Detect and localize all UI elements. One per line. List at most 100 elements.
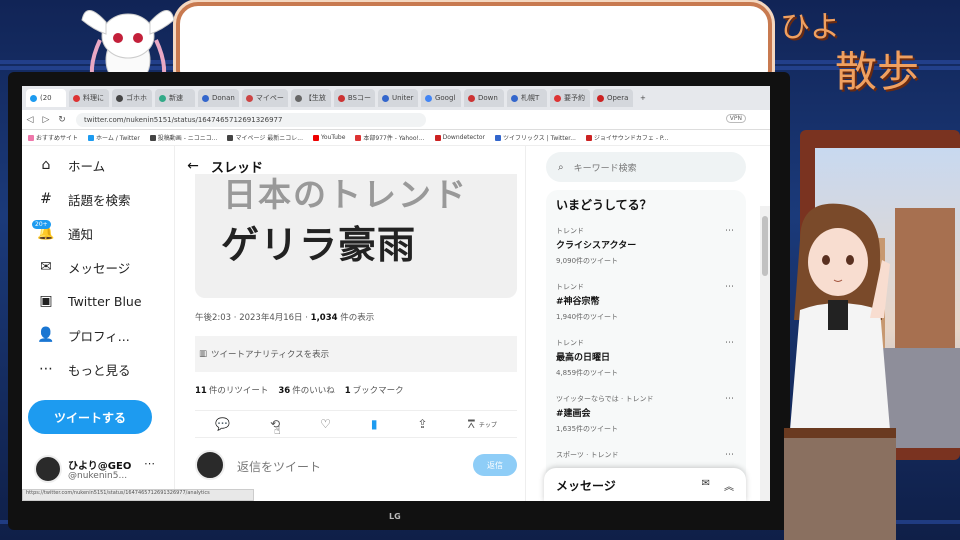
hash-icon: #	[40, 191, 52, 207]
sidebar-item-label: メッセージ	[68, 260, 131, 276]
account-more-icon[interactable]: ⋯	[144, 457, 155, 470]
retweet-count-link[interactable]: 11 件のリツイート	[195, 384, 268, 396]
scrollbar[interactable]	[760, 206, 770, 501]
browser-tab[interactable]: Googl	[420, 89, 461, 107]
tab-label: マイペー	[255, 94, 284, 102]
tab-favicon-icon	[596, 94, 604, 102]
bookmark-icon[interactable]: ▮	[371, 417, 378, 431]
reload-icon[interactable]: ↻	[54, 115, 70, 125]
bookmark-item[interactable]: マイページ 最新ニコレ...	[227, 133, 303, 142]
analytics-link[interactable]: ▥ ツイートアナリティクスを表示	[195, 336, 517, 372]
bookmark-label: ジョイサウンドカフェ - P...	[593, 135, 669, 142]
trend-item[interactable]: トレンド 最高の日曜日 4,859件のツイート ⋯	[556, 338, 740, 388]
back-arrow-icon[interactable]: ←	[175, 158, 211, 174]
trend-item[interactable]: トレンド クライシスアクター 9,090件のツイート ⋯	[556, 226, 740, 276]
url-field[interactable]: twitter.com/nukenin5151/status/164746571…	[76, 112, 426, 127]
sidebar-item[interactable]: ▣ Twitter Blue	[36, 290, 141, 312]
browser-tab[interactable]: マイペー	[241, 89, 288, 107]
bookmark-count-link[interactable]: 1 ブックマーク	[345, 384, 404, 396]
trend-category: トレンド	[556, 339, 584, 347]
scrollbar-thumb[interactable]	[762, 216, 768, 276]
trend-name: #建画会	[556, 409, 591, 419]
browser-tab[interactable]: (20	[26, 89, 66, 107]
tab-label: (20	[40, 94, 52, 102]
trend-count: 1,635件のツイート	[556, 425, 619, 433]
bookmark-count-label: ブックマーク	[352, 386, 404, 396]
account-switcher[interactable]: ひより@GEO @nukenin5... ⋯	[34, 451, 164, 487]
forward-icon[interactable]: ▷	[38, 115, 54, 125]
browser-tab[interactable]: 新速	[155, 89, 195, 107]
messages-drawer[interactable]: メッセージ ✉ ︽	[544, 468, 746, 501]
bookmark-item[interactable]: ジョイサウンドカフェ - P...	[585, 133, 669, 142]
new-message-icon[interactable]: ✉	[702, 478, 710, 493]
tab-favicon-icon	[30, 94, 37, 102]
trend-more-icon[interactable]: ⋯	[725, 450, 734, 460]
tip-label: チップ	[478, 421, 497, 429]
bookmark-item[interactable]: YouTube	[313, 134, 345, 141]
browser-tab[interactable]: 料理に	[69, 89, 109, 107]
tweet-button[interactable]: ツイートする	[28, 400, 152, 434]
share-icon[interactable]: ⇪	[418, 417, 428, 431]
trend-count: 4,859件のツイート	[556, 369, 619, 377]
tab-bar: (20 料理に ゴホホ 新速 Donan マイペー 【生放 BSコー Uniter Googl Do…	[22, 86, 770, 110]
like-icon[interactable]: ♡	[320, 417, 331, 431]
browser-tab[interactable]: 札幌T	[506, 89, 547, 107]
bookmark-item[interactable]: 本部977件 - Yahoo!...	[355, 133, 425, 142]
reply-icon[interactable]: 💬	[215, 417, 230, 431]
sidebar-item-label: ホーム	[68, 158, 106, 174]
bookmark-item[interactable]: Downdetector	[434, 134, 485, 141]
tip-button[interactable]: ⩞ チップ	[468, 417, 497, 432]
reply-button[interactable]: 返信	[473, 454, 517, 476]
like-count-link[interactable]: 36 件のいいね	[278, 384, 334, 396]
trend-more-icon[interactable]: ⋯	[725, 394, 734, 404]
browser-tab[interactable]: Uniter	[377, 89, 418, 107]
analytics-label: ツイートアナリティクスを表示	[211, 350, 330, 360]
vpn-badge[interactable]: VPN	[725, 114, 746, 123]
bookmark-favicon-icon	[434, 134, 441, 141]
tab-favicon-icon	[381, 94, 389, 102]
avatar	[195, 450, 225, 480]
sidebar-item[interactable]: 👤 プロフィ...	[36, 324, 129, 346]
sidebar-item[interactable]: # 話題を検索	[36, 188, 130, 210]
back-icon[interactable]: ◁	[22, 115, 38, 125]
browser-tab[interactable]: Down	[463, 89, 504, 107]
sidebar-item[interactable]: ✉ メッセージ	[36, 256, 130, 278]
bookmark-item[interactable]: おすすめサイト	[28, 133, 78, 142]
monitor-brand-logo: LG	[389, 512, 401, 521]
browser-tab[interactable]: Opera	[592, 89, 633, 107]
trend-name: クライシスアクター	[556, 241, 637, 251]
tab-favicon-icon	[337, 94, 345, 102]
vtuber-character	[784, 203, 896, 540]
bookmark-favicon-icon	[585, 134, 592, 141]
bookmark-favicon-icon	[313, 134, 319, 141]
bookmark-favicon-icon	[494, 134, 501, 141]
browser-tab[interactable]: 要予約	[549, 89, 590, 107]
bookmark-label: おすすめサイト	[36, 135, 79, 142]
bookmark-item[interactable]: ホーム / Twitter	[88, 133, 140, 142]
reply-input[interactable]: 返信をツイート	[237, 458, 321, 475]
trend-more-icon[interactable]: ⋯	[725, 226, 734, 236]
thread-column: ← スレッド 日本のトレンド ゲリラ豪雨 午後2:03 · 2023年4月16日…	[174, 146, 526, 501]
trend-item[interactable]: トレンド #神谷宗幣 1,940件のツイート ⋯	[556, 282, 740, 332]
browser-window: (20 料理に ゴホホ 新速 Donan マイペー 【生放 BSコー Uniter Googl Do…	[22, 86, 770, 501]
sidebar-item[interactable]: ⋯ もっと見る	[36, 358, 131, 380]
account-handle: @nukenin5...	[68, 471, 128, 481]
expand-icon[interactable]: ︽	[724, 478, 734, 493]
trend-count: 1,940件のツイート	[556, 313, 619, 321]
bookmark-item[interactable]: 投稿動画 - ニコニコ...	[149, 133, 217, 142]
new-tab-icon[interactable]: +	[636, 89, 650, 107]
tweet-image[interactable]: 日本のトレンド ゲリラ豪雨	[195, 174, 517, 298]
trend-more-icon[interactable]: ⋯	[725, 282, 734, 292]
like-count-label: 件のいいね	[292, 386, 335, 396]
browser-tab[interactable]: 【生放	[290, 89, 331, 107]
browser-tab[interactable]: BSコー	[333, 89, 375, 107]
browser-tab[interactable]: ゴホホ	[112, 89, 152, 107]
browser-tab[interactable]: Donan	[198, 89, 239, 107]
sidebar-item-label: もっと見る	[68, 362, 131, 378]
sidebar-item[interactable]: ⌂ ホーム	[36, 154, 106, 176]
bookmark-item[interactable]: ツイフリックス | Twitter...	[494, 133, 576, 142]
trend-item[interactable]: ツイッターならでは · トレンド #建画会 1,635件のツイート ⋯	[556, 394, 740, 444]
trend-more-icon[interactable]: ⋯	[725, 338, 734, 348]
search-input[interactable]: ⌕ キーワード検索	[546, 152, 746, 182]
overlay-title-line1: ひよ	[780, 10, 840, 45]
